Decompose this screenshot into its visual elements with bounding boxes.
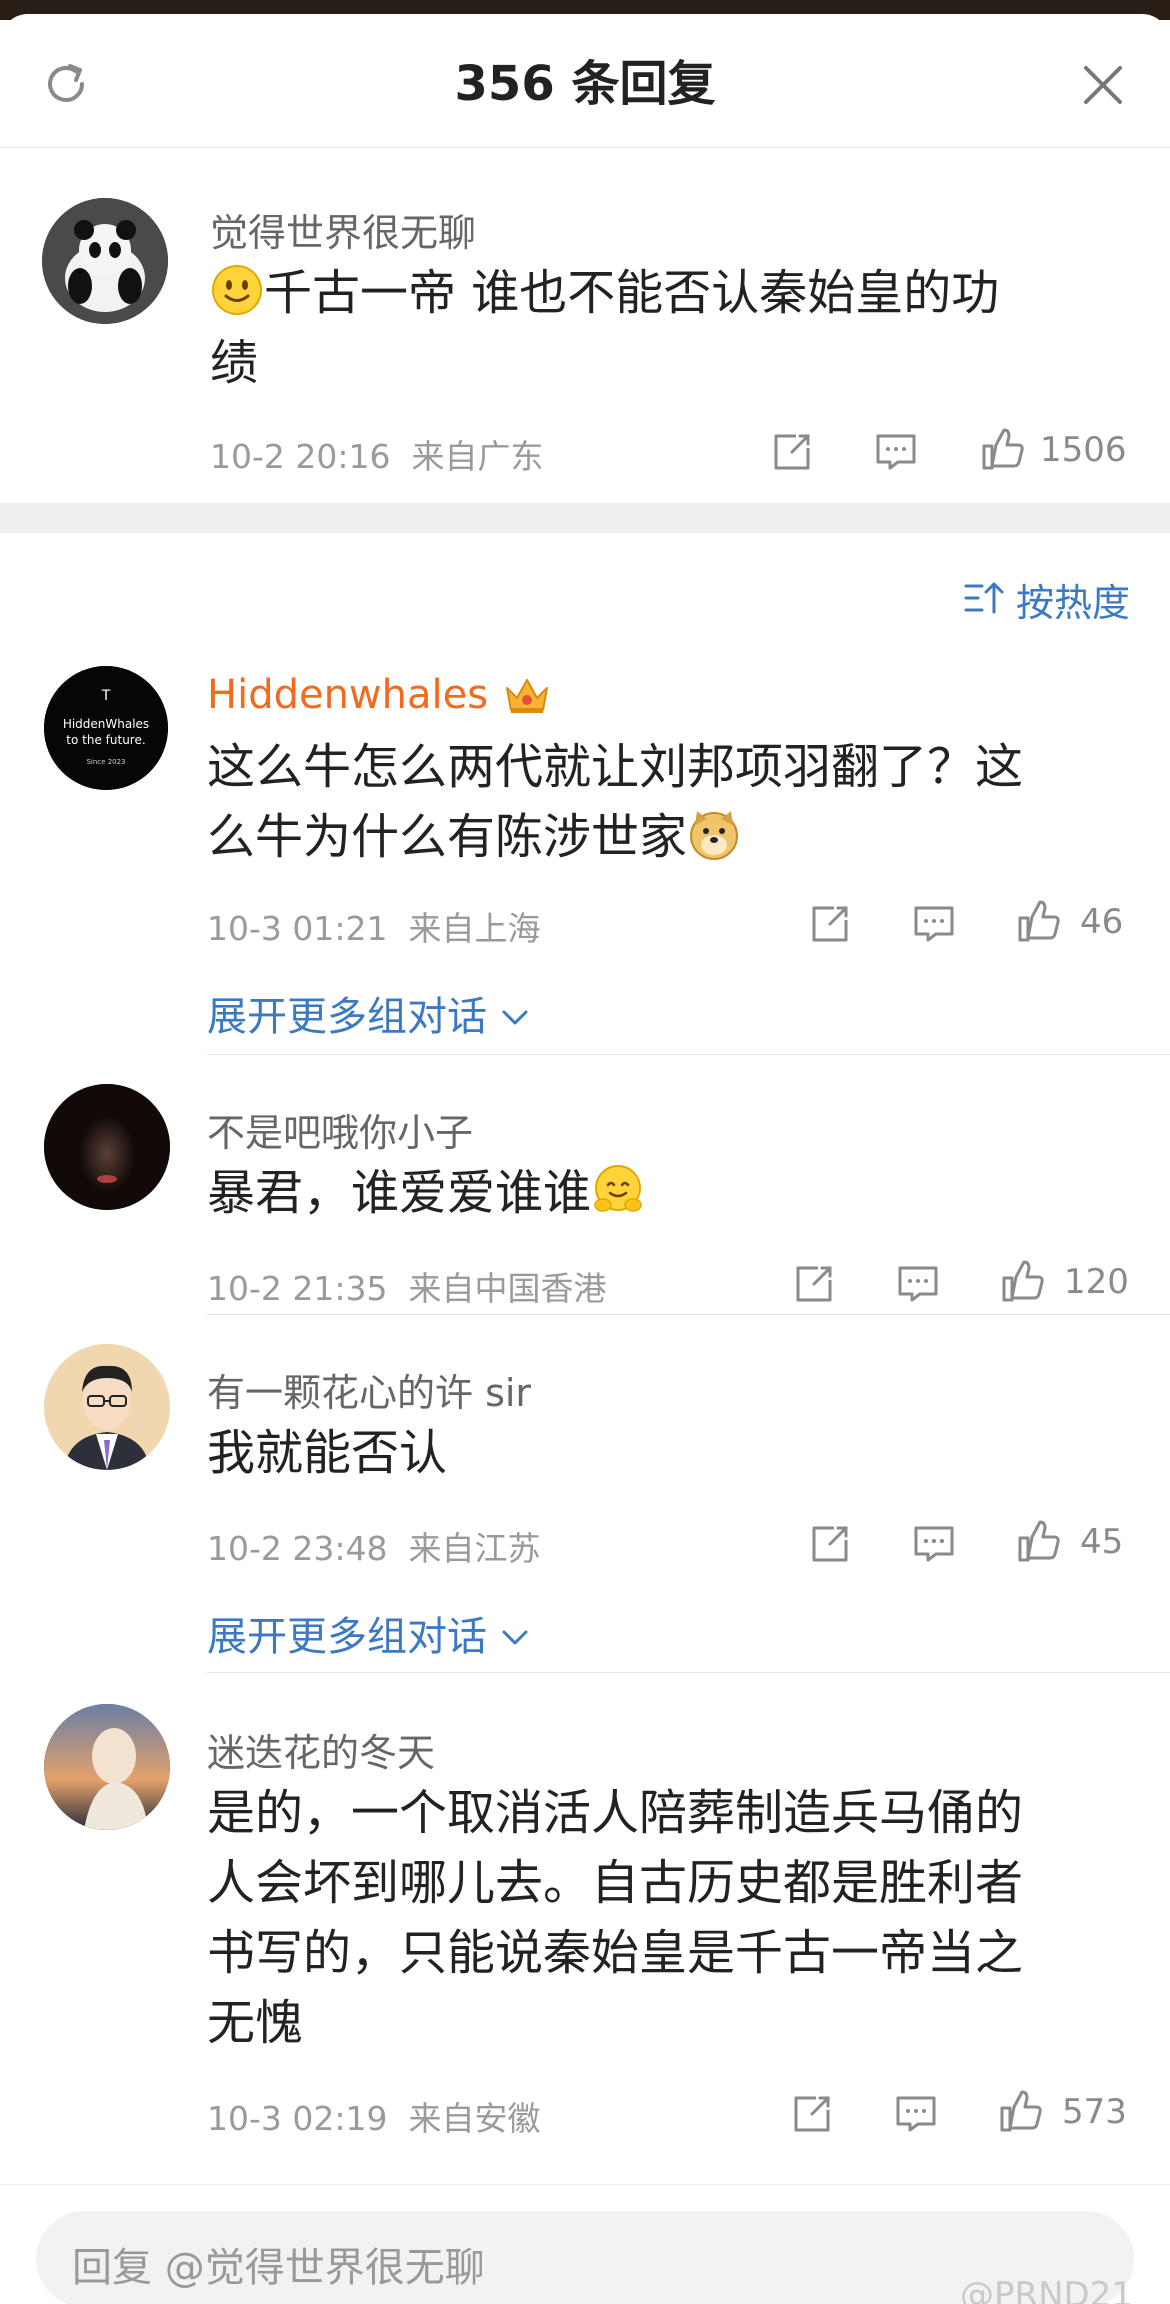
comment-icon[interactable] xyxy=(912,1522,956,1566)
like-icon[interactable] xyxy=(1014,1518,1062,1566)
like-count: 1506 xyxy=(1040,430,1127,470)
svg-text:T: T xyxy=(101,688,111,704)
hug-emoji xyxy=(594,1165,642,1212)
timestamp: 10-3 01:21 xyxy=(207,909,388,948)
timestamp: 10-2 20:16 xyxy=(210,437,391,476)
location: 来自安徽 xyxy=(408,2099,541,2138)
username[interactable]: 觉得世界很无聊 xyxy=(210,202,476,257)
reply-separator xyxy=(207,1672,1170,1673)
reply-sheet: 356 条回复 觉得世界很无聊 千古一帝 谁也不能否认秦始皇的功 绩 10-2 … xyxy=(0,14,1170,2304)
reply-item: 有一颗花心的许 sir 我就能否认 10-2 23:48 来自江苏 45 展开更… xyxy=(0,1344,1170,1694)
comment-meta: 10-3 02:19 来自安徽 xyxy=(207,2092,540,2140)
comment-meta: 10-3 01:21 来自上海 xyxy=(207,902,540,950)
username[interactable]: Hiddenwhales xyxy=(207,672,553,718)
timestamp: 10-3 02:19 xyxy=(207,2099,388,2138)
reply-bar: 回复 @觉得世界很无聊 @PRND21 xyxy=(0,2184,1170,2304)
like-icon[interactable] xyxy=(1014,898,1062,946)
comment-icon[interactable] xyxy=(912,902,956,946)
avatar[interactable] xyxy=(44,1704,170,1830)
svg-text:HiddenWhales: HiddenWhales xyxy=(63,717,149,731)
like-icon[interactable] xyxy=(978,426,1026,474)
avatar[interactable] xyxy=(44,1084,170,1210)
like-icon[interactable] xyxy=(998,1258,1046,1306)
repost-icon[interactable] xyxy=(808,902,852,946)
comment-icon[interactable] xyxy=(896,1262,940,1306)
avatar[interactable] xyxy=(44,1344,170,1470)
crown-icon xyxy=(505,679,548,713)
comment-icon[interactable] xyxy=(874,430,918,474)
reply-separator xyxy=(207,1314,1170,1315)
like-count: 573 xyxy=(1062,2092,1127,2132)
comment-text: 我就能否认 xyxy=(207,1425,448,1481)
location: 来自广东 xyxy=(411,437,544,476)
expand-conversation-link[interactable]: 展开更多组对话 xyxy=(207,1604,530,1662)
repost-icon[interactable] xyxy=(770,430,814,474)
repost-icon[interactable] xyxy=(792,1262,836,1306)
avatar[interactable]: T HiddenWhales to the future. Since 2023 xyxy=(44,666,168,790)
reply-item: T HiddenWhales to the future. Since 2023… xyxy=(0,654,1170,1064)
svg-text:Since 2023: Since 2023 xyxy=(86,758,125,766)
doge-emoji xyxy=(690,811,739,860)
like-count: 45 xyxy=(1080,1522,1124,1562)
sort-icon xyxy=(964,582,1004,614)
like-icon[interactable] xyxy=(996,2088,1044,2136)
sheet-header: 356 条回复 xyxy=(0,14,1170,148)
reply-separator xyxy=(207,1054,1170,1055)
comment-meta: 10-2 23:48 来自江苏 xyxy=(207,1522,540,1570)
close-icon[interactable] xyxy=(1078,60,1128,110)
location: 来自上海 xyxy=(408,909,541,948)
repost-icon[interactable] xyxy=(790,2092,834,2136)
expand-conversation-link[interactable]: 展开更多组对话 xyxy=(207,984,530,1042)
section-divider xyxy=(0,503,1170,533)
reply-item: 不是吧哦你小子 暴君，谁爱爱谁谁 10-2 21:35 来自中国香港 120 xyxy=(0,1084,1170,1324)
comment-meta: 10-2 20:16 来自广东 xyxy=(210,430,543,478)
watermark: @PRND21 xyxy=(960,2275,1134,2304)
reply-item: 迷迭花的冬天 是的，一个取消活人陪葬制造兵马俑的 人会坏到哪儿去。自古历史都是胜利… xyxy=(0,1704,1170,2164)
comment-icon[interactable] xyxy=(894,2092,938,2136)
avatar[interactable] xyxy=(42,198,168,324)
sort-label: 按热度 xyxy=(1016,581,1131,625)
like-count: 46 xyxy=(1080,902,1124,942)
timestamp: 10-2 23:48 xyxy=(207,1529,388,1568)
comment-text: 是的，一个取消活人陪葬制造兵马俑的 人会坏到哪儿去。自古历史都是胜利者 书写的，只能… xyxy=(207,1785,1024,2051)
comment-text: 千古一帝 谁也不能否认秦始皇的功绩 xyxy=(210,265,1000,391)
svg-text:to the future.: to the future. xyxy=(66,733,145,747)
timestamp: 10-2 21:35 xyxy=(207,1269,388,1308)
location: 来自中国香港 xyxy=(408,1269,607,1308)
comment-text: 暴君，谁爱爱谁谁 xyxy=(207,1158,1127,1228)
reply-placeholder: 回复 @觉得世界很无聊 xyxy=(72,2245,485,2291)
chevron-down-icon xyxy=(502,1630,528,1645)
page-title: 356 条回复 xyxy=(454,56,716,112)
username[interactable]: 迷迭花的冬天 xyxy=(207,1722,435,1777)
comment-text: 这么牛怎么两代就让刘邦项羽翻了？这 么牛为什么有陈涉世家 xyxy=(207,739,1024,865)
comment-meta: 10-2 21:35 来自中国香港 xyxy=(207,1262,606,1310)
repost-icon[interactable] xyxy=(808,1522,852,1566)
chevron-down-icon xyxy=(502,1010,528,1025)
like-count: 120 xyxy=(1064,1262,1129,1302)
sort-toggle[interactable]: 按热度 xyxy=(0,562,1170,634)
location: 来自江苏 xyxy=(408,1529,541,1568)
main-comment: 觉得世界很无聊 千古一帝 谁也不能否认秦始皇的功绩 10-2 20:16 来自广… xyxy=(0,148,1170,503)
username[interactable]: 不是吧哦你小子 xyxy=(207,1102,473,1157)
smile-emoji xyxy=(212,265,262,315)
username[interactable]: 有一颗花心的许 sir xyxy=(207,1362,531,1417)
